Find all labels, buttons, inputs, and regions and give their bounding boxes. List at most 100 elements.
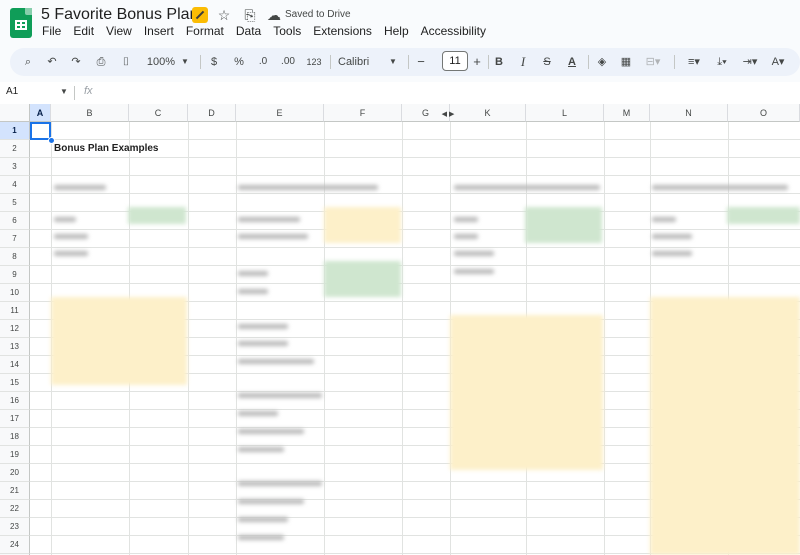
increase-decimal-button[interactable]: .00 <box>278 54 298 70</box>
menu-edit[interactable]: Edit <box>73 24 94 38</box>
blurred-text <box>238 429 304 434</box>
decrease-decimal-button[interactable]: .0 <box>254 54 272 70</box>
font-size-input[interactable]: 11 <box>442 51 468 71</box>
blurred-text <box>54 251 88 256</box>
document-title[interactable]: 5 Favorite Bonus Plans <box>41 6 206 24</box>
row-header-1[interactable]: 1 <box>0 122 30 140</box>
filled-cell <box>51 297 187 385</box>
badge-icon[interactable] <box>192 7 208 23</box>
column-header-e[interactable]: E <box>236 104 324 122</box>
name-box-chevron-down-icon[interactable]: ▼ <box>60 87 68 96</box>
decrease-font-size-button[interactable]: − <box>414 54 428 70</box>
menu-data[interactable]: Data <box>236 24 261 38</box>
blurred-text <box>238 341 288 346</box>
column-header-f[interactable]: F <box>324 104 402 122</box>
row-header-5[interactable]: 5 <box>0 194 30 212</box>
row-header-16[interactable]: 16 <box>0 392 30 410</box>
font-chevron-down-icon[interactable]: ▼ <box>388 54 398 70</box>
strikethrough-icon[interactable]: S <box>540 54 554 70</box>
search-icon[interactable]: ⌕ <box>20 54 36 70</box>
column-header-a[interactable]: A <box>30 104 51 122</box>
column-header-l[interactable]: L <box>526 104 604 122</box>
row-header-14[interactable]: 14 <box>0 356 30 374</box>
row-header-11[interactable]: 11 <box>0 302 30 320</box>
menu-format[interactable]: Format <box>186 24 224 38</box>
blurred-text <box>652 251 692 256</box>
toolbar-divider <box>674 55 675 69</box>
redo-icon[interactable]: ↷ <box>68 54 84 70</box>
menu-file[interactable]: File <box>42 24 61 38</box>
cloud-saved-icon[interactable]: ☁ <box>266 7 282 23</box>
paint-format-icon[interactable]: ⌷ <box>118 54 134 70</box>
column-header-b[interactable]: B <box>51 104 129 122</box>
column-header-o[interactable]: O <box>728 104 800 122</box>
menu-view[interactable]: View <box>106 24 132 38</box>
italic-button[interactable]: I <box>516 54 530 70</box>
fill-color-icon[interactable]: ◈ <box>594 54 610 70</box>
menu-insert[interactable]: Insert <box>144 24 174 38</box>
currency-format-button[interactable]: $ <box>208 54 220 70</box>
font-select[interactable]: Calibri <box>338 54 384 70</box>
blurred-text <box>238 499 304 504</box>
row-header-4[interactable]: 4 <box>0 176 30 194</box>
row-header-2[interactable]: 2 <box>0 140 30 158</box>
column-header-m[interactable]: M <box>604 104 650 122</box>
column-header-c[interactable]: C <box>129 104 188 122</box>
column-header-d[interactable]: D <box>188 104 236 122</box>
row-header-22[interactable]: 22 <box>0 500 30 518</box>
star-icon[interactable]: ☆ <box>216 7 232 23</box>
filled-cell <box>727 207 800 224</box>
toolbar-divider <box>200 55 201 69</box>
row-header-3[interactable]: 3 <box>0 158 30 176</box>
row-header-12[interactable]: 12 <box>0 320 30 338</box>
print-icon[interactable]: ⎙ <box>93 54 109 70</box>
row-header-21[interactable]: 21 <box>0 482 30 500</box>
undo-icon[interactable]: ↶ <box>44 54 60 70</box>
horizontal-align-icon[interactable]: ≡▾ <box>682 54 706 70</box>
blurred-text <box>454 234 478 239</box>
name-box[interactable]: A1 <box>6 86 18 97</box>
row-header-23[interactable]: 23 <box>0 518 30 536</box>
menu-help[interactable]: Help <box>384 24 409 38</box>
row-header-20[interactable]: 20 <box>0 464 30 482</box>
menu-accessibility[interactable]: Accessibility <box>421 24 486 38</box>
sheets-logo-icon[interactable] <box>10 8 32 38</box>
merge-cells-icon[interactable]: ⊟▾ <box>642 54 664 70</box>
increase-font-size-button[interactable]: + <box>470 54 484 70</box>
vertical-align-icon[interactable]: ⤓▾ <box>710 54 734 70</box>
number-format-button[interactable]: 123 <box>304 54 324 70</box>
text-color-icon[interactable]: A <box>564 54 580 70</box>
row-header-7[interactable]: 7 <box>0 230 30 248</box>
menu-tools[interactable]: Tools <box>273 24 301 38</box>
row-header-8[interactable]: 8 <box>0 248 30 266</box>
text-rotation-icon[interactable]: A▾ <box>766 54 790 70</box>
blurred-text <box>238 185 378 190</box>
move-folder-icon[interactable]: ⎘ <box>242 7 258 23</box>
hidden-columns-arrows-icon[interactable]: ◀ ▶ <box>438 107 458 123</box>
spreadsheet-grid[interactable]: A B C D E F G K L M N O ◀ ▶ 1 2 3 4 5 6 7 8 9 10 1… <box>0 104 800 555</box>
zoom-select[interactable]: 100% <box>144 54 178 70</box>
row-header-18[interactable]: 18 <box>0 428 30 446</box>
title-bar: 5 Favorite Bonus Plans ☆ ⎘ ☁ Saved to Dr… <box>0 0 800 44</box>
menu-extensions[interactable]: Extensions <box>313 24 372 38</box>
blurred-text <box>454 251 494 256</box>
row-header-6[interactable]: 6 <box>0 212 30 230</box>
row-header-17[interactable]: 17 <box>0 410 30 428</box>
borders-icon[interactable]: ▦ <box>618 54 634 70</box>
zoom-chevron-down-icon[interactable]: ▼ <box>180 54 190 70</box>
row-header-10[interactable]: 10 <box>0 284 30 302</box>
column-header-k[interactable]: K <box>450 104 526 122</box>
row-header-19[interactable]: 19 <box>0 446 30 464</box>
percent-format-button[interactable]: % <box>232 54 246 70</box>
menu-bar: File Edit View Insert Format Data Tools … <box>42 24 498 38</box>
select-all-corner[interactable] <box>0 104 30 122</box>
cell-b2[interactable]: Bonus Plan Examples <box>54 143 158 154</box>
row-header-15[interactable]: 15 <box>0 374 30 392</box>
column-header-n[interactable]: N <box>650 104 728 122</box>
row-header-9[interactable]: 9 <box>0 266 30 284</box>
blurred-text <box>454 185 600 190</box>
text-wrap-icon[interactable]: ⇥▾ <box>738 54 762 70</box>
row-header-13[interactable]: 13 <box>0 338 30 356</box>
bold-button[interactable]: B <box>492 54 506 70</box>
row-header-24[interactable]: 24 <box>0 536 30 554</box>
